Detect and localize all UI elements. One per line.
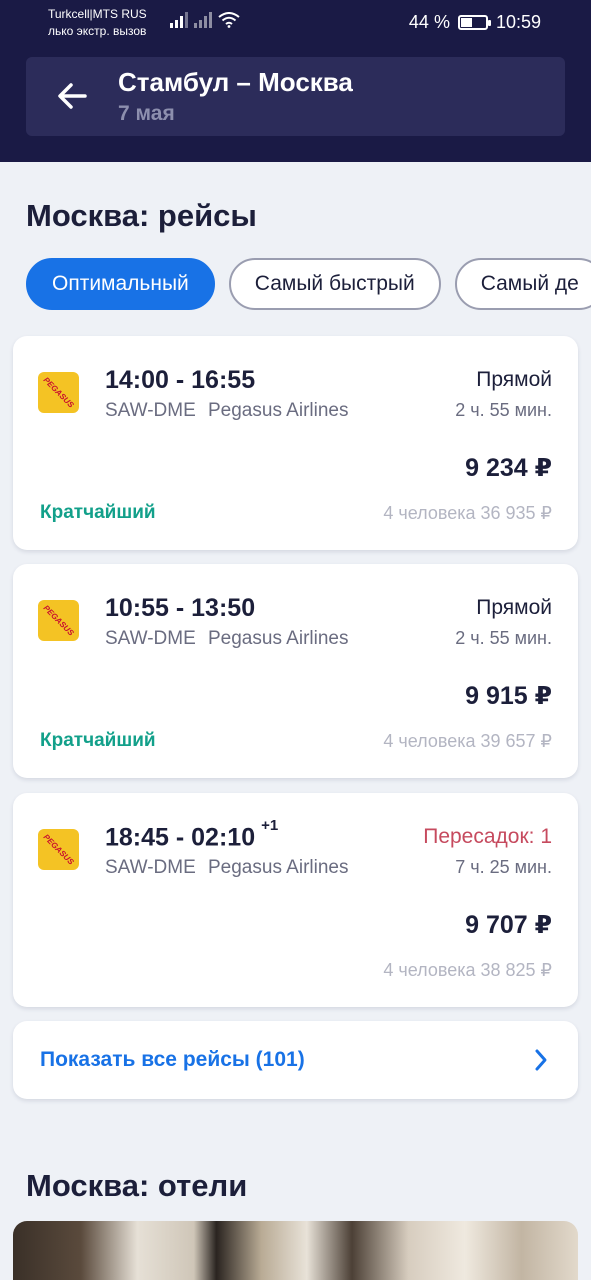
route-title: Стамбул – Москва	[118, 67, 353, 97]
route-date: 7 мая	[118, 102, 175, 125]
flight-times: 14:00 - 16:55	[105, 366, 256, 394]
flights-section-title: Москва: рейсы	[26, 198, 257, 233]
show-all-flights-label: Показать все рейсы (101)	[40, 1048, 305, 1071]
status-right: 44 % 10:59	[409, 12, 541, 33]
carrier-name: Turkcell|MTS RUS	[48, 7, 147, 21]
flight-badge: Кратчайший	[40, 730, 156, 751]
emergency-calls-label: лько экстр. вызов	[48, 24, 147, 38]
airline-name: Pegasus Airlines	[208, 628, 349, 649]
flight-stops: Пересадок: 1	[423, 825, 552, 848]
flight-duration: 2 ч. 55 мин.	[455, 400, 552, 420]
wifi-icon	[218, 12, 240, 28]
airline-name: Pegasus Airlines	[208, 857, 349, 878]
pegasus-logo-icon: PEGASUS	[38, 372, 79, 413]
flight-card[interactable]: PEGASUS 14:00 - 16:55 SAW-DME Pegasus Ai…	[13, 336, 578, 550]
flight-times: 10:55 - 13:50	[105, 594, 256, 622]
flight-stops: Прямой	[476, 596, 552, 619]
flight-times: 18:45 - 02:10 +1	[105, 817, 279, 852]
signal-strength-icon	[170, 12, 188, 28]
sort-tab-cheapest[interactable]: Самый де	[454, 258, 591, 310]
pegasus-logo-icon: PEGASUS	[38, 600, 79, 641]
sort-tabs: Оптимальный Самый быстрый Самый де	[26, 258, 591, 310]
flight-total-price: 4 человека 39 657 ₽	[383, 731, 552, 751]
sort-tab-fastest[interactable]: Самый быстрый	[228, 258, 441, 310]
route-header: Стамбул – Москва 7 мая	[26, 57, 565, 136]
signal-no-service-icon	[194, 12, 212, 28]
show-all-flights-button[interactable]: Показать все рейсы (101)	[13, 1021, 578, 1099]
chevron-right-icon	[535, 1049, 547, 1071]
battery-icon	[457, 15, 491, 30]
next-day-marker: +1	[261, 817, 279, 834]
sort-tab-optimal[interactable]: Оптимальный	[26, 258, 215, 310]
flight-route: SAW-DME	[105, 857, 196, 878]
back-arrow-icon[interactable]	[56, 79, 88, 113]
flight-route: SAW-DME	[105, 628, 196, 649]
flight-duration: 7 ч. 25 мин.	[455, 857, 552, 877]
flight-price: 9 707 ₽	[465, 911, 552, 939]
flight-total-price: 4 человека 36 935 ₽	[383, 503, 552, 523]
battery-percent: 44 %	[408, 12, 450, 32]
clock: 10:59	[495, 12, 541, 32]
flight-route: SAW-DME	[105, 400, 196, 421]
flight-duration: 2 ч. 55 мин.	[455, 628, 552, 648]
status-carrier-block: Turkcell|MTS RUS лько экстр. вызов	[48, 6, 147, 40]
flight-price: 9 234 ₽	[465, 454, 552, 482]
flight-price: 9 915 ₽	[465, 682, 552, 710]
flight-card[interactable]: PEGASUS 10:55 - 13:50 SAW-DME Pegasus Ai…	[13, 564, 578, 778]
airline-name: Pegasus Airlines	[208, 400, 349, 421]
flight-total-price: 4 человека 38 825 ₽	[383, 960, 552, 980]
pegasus-logo-icon: PEGASUS	[38, 829, 79, 870]
hotel-photo[interactable]	[13, 1221, 578, 1280]
flight-stops: Прямой	[476, 368, 552, 391]
flight-badge: Кратчайший	[40, 502, 156, 523]
signal-icons	[170, 12, 240, 28]
hotels-section-title: Москва: отели	[26, 1168, 248, 1203]
top-bar: Turkcell|MTS RUS лько экстр. вызов 44 % …	[0, 0, 591, 162]
flight-card[interactable]: PEGASUS 18:45 - 02:10 +1 SAW-DME Pegasus …	[13, 793, 578, 1007]
